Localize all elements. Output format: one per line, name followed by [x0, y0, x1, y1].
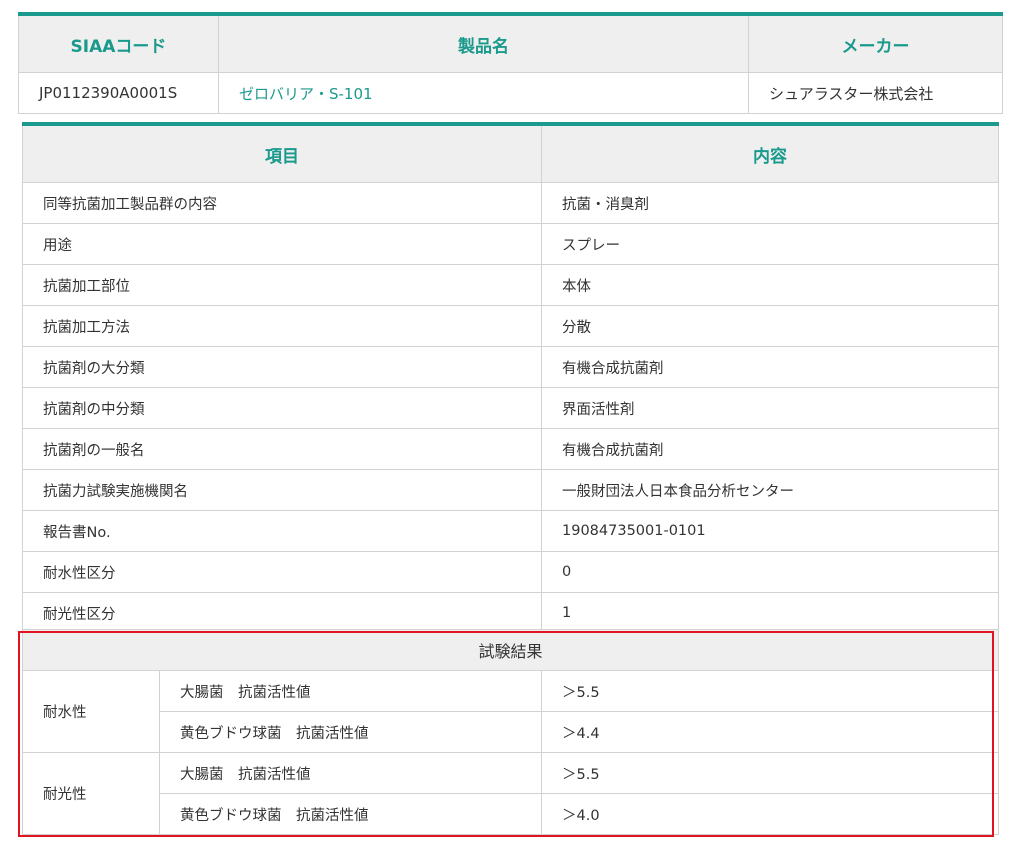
result-item-label: 大腸菌 抗菌活性値 [159, 752, 542, 794]
detail-row: 抗菌剤の中分類 界面活性剤 [22, 387, 999, 429]
detail-label: 抗菌加工方法 [22, 305, 542, 347]
detail-value: 分散 [541, 305, 999, 347]
result-item-label: 黄色ブドウ球菌 抗菌活性値 [159, 711, 542, 753]
detail-value: 本体 [541, 264, 999, 306]
detail-value: 19084735001-0101 [541, 510, 999, 552]
detail-row: 抗菌力試験実施機関名 一般財団法人日本食品分析センター [22, 469, 999, 511]
result-row: 黄色ブドウ球菌 抗菌活性値 ＞4.0 [23, 793, 999, 835]
result-row: 耐水性 大腸菌 抗菌活性値 ＞5.5 [22, 670, 999, 753]
detail-value: 有機合成抗菌剤 [541, 346, 999, 388]
siaa-code: JP0112390A0001S [18, 72, 219, 114]
detail-row: 抗菌剤の大分類 有機合成抗菌剤 [22, 346, 999, 388]
maker-name: シュアラスター株式会社 [748, 72, 1003, 114]
detail-header-row: 項目 内容 [22, 123, 999, 183]
detail-row: 抗菌剤の一般名 有機合成抗菌剤 [22, 428, 999, 470]
result-group-label: 耐水性 [22, 670, 160, 753]
product-name-header: 製品名 [218, 13, 749, 73]
result-item-label: 黄色ブドウ球菌 抗菌活性値 [159, 793, 542, 835]
result-value: ＞5.5 [541, 752, 999, 794]
detail-value: 有機合成抗菌剤 [541, 428, 999, 470]
detail-label: 耐水性区分 [22, 551, 542, 593]
detail-label: 用途 [22, 223, 542, 265]
detail-value: 界面活性剤 [541, 387, 999, 429]
detail-label: 報告書No. [22, 510, 542, 552]
detail-table: 項目 内容 同等抗菌加工製品群の内容 抗菌・消臭剤 用途 スプレー 抗菌加工部位… [22, 122, 999, 634]
detail-value: 1 [541, 592, 999, 634]
maker-header: メーカー [748, 13, 1003, 73]
test-results-title: 試験結果 [22, 629, 999, 671]
detail-row: 抗菌加工方法 分散 [22, 305, 999, 347]
detail-row: 抗菌加工部位 本体 [22, 264, 999, 306]
result-value: ＞4.4 [541, 711, 999, 753]
result-row: 黄色ブドウ球菌 抗菌活性値 ＞4.4 [23, 711, 999, 753]
product-header-row: SIAAコード 製品名 メーカー [18, 13, 1003, 73]
detail-value: スプレー [541, 223, 999, 265]
detail-row: 同等抗菌加工製品群の内容 抗菌・消臭剤 [22, 182, 999, 224]
detail-value: 抗菌・消臭剤 [541, 182, 999, 224]
detail-label: 耐光性区分 [22, 592, 542, 634]
detail-label: 抗菌剤の一般名 [22, 428, 542, 470]
product-row: JP0112390A0001S ゼロバリア・S-101 シュアラスター株式会社 [18, 72, 1003, 114]
siaa-code-header: SIAAコード [18, 13, 219, 73]
detail-label: 抗菌力試験実施機関名 [22, 469, 542, 511]
product-table: SIAAコード 製品名 メーカー JP0112390A0001S ゼロバリア・S… [18, 12, 1003, 114]
content-header: 内容 [541, 123, 999, 183]
result-group-label: 耐光性 [22, 752, 160, 835]
detail-label: 抗菌剤の大分類 [22, 346, 542, 388]
test-results-table: 試験結果 耐水性 大腸菌 抗菌活性値 ＞5.5 黄色ブドウ球菌 抗菌活性値 ＞4… [22, 629, 999, 835]
detail-row: 報告書No. 19084735001-0101 [22, 510, 999, 552]
item-header: 項目 [22, 123, 542, 183]
detail-label: 抗菌加工部位 [22, 264, 542, 306]
detail-label: 同等抗菌加工製品群の内容 [22, 182, 542, 224]
detail-label: 抗菌剤の中分類 [22, 387, 542, 429]
detail-row: 耐水性区分 0 [22, 551, 999, 593]
result-value: ＞4.0 [541, 793, 999, 835]
detail-value: 一般財団法人日本食品分析センター [541, 469, 999, 511]
product-name-link[interactable]: ゼロバリア・S-101 [218, 72, 749, 114]
detail-value: 0 [541, 551, 999, 593]
result-row: 耐光性 大腸菌 抗菌活性値 ＞5.5 [22, 752, 999, 835]
result-item-label: 大腸菌 抗菌活性値 [159, 670, 542, 712]
detail-row: 用途 スプレー [22, 223, 999, 265]
detail-row: 耐光性区分 1 [22, 592, 999, 634]
result-value: ＞5.5 [541, 670, 999, 712]
results-header-row: 試験結果 [22, 629, 999, 671]
